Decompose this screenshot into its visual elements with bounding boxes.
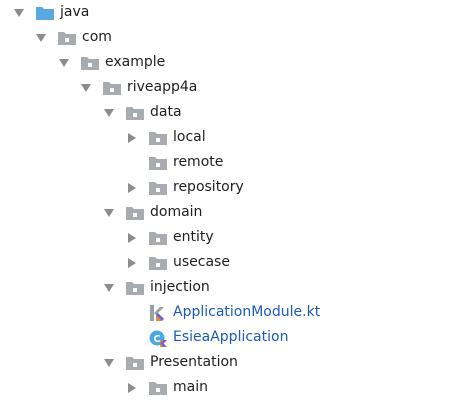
package-folder-icon bbox=[58, 31, 76, 45]
tree-item-example[interactable]: example bbox=[59, 50, 165, 75]
tree-item-label: com bbox=[82, 29, 112, 45]
tree-item-label: domain bbox=[150, 204, 203, 220]
tree-item-label: ApplicationModule.kt bbox=[173, 304, 321, 320]
tree-item-usecase[interactable]: usecase bbox=[127, 250, 230, 275]
tree-item-riveapp4a[interactable]: riveapp4a bbox=[81, 75, 197, 100]
expand-arrow-icon[interactable] bbox=[104, 107, 114, 119]
expand-arrow-icon[interactable] bbox=[59, 57, 69, 69]
expand-arrow-icon[interactable] bbox=[14, 7, 24, 19]
collapse-arrow-icon[interactable] bbox=[127, 132, 137, 144]
package-folder-icon bbox=[126, 206, 144, 220]
package-folder-icon bbox=[81, 56, 99, 70]
tree-item-label: example bbox=[105, 54, 166, 70]
tree-item-label: java bbox=[60, 4, 90, 20]
tree-item-label: repository bbox=[173, 179, 244, 195]
package-folder-icon bbox=[149, 381, 167, 395]
tree-item-entity[interactable]: entity bbox=[127, 225, 214, 250]
tree-item-label: Presentation bbox=[150, 354, 238, 370]
tree-item-repository[interactable]: repository bbox=[127, 175, 244, 200]
package-folder-icon bbox=[149, 156, 167, 170]
tree-item-esiea-application[interactable]: C EsieaApplication bbox=[148, 325, 288, 350]
collapse-arrow-icon[interactable] bbox=[127, 232, 137, 244]
svg-text:C: C bbox=[153, 334, 160, 345]
tree-item-label: remote bbox=[173, 154, 224, 170]
package-folder-icon bbox=[149, 231, 167, 245]
package-folder-icon bbox=[149, 181, 167, 195]
tree-item-data[interactable]: data bbox=[104, 100, 182, 125]
expand-arrow-icon[interactable] bbox=[36, 32, 46, 44]
tree-item-label: main bbox=[173, 379, 208, 395]
tree-item-local[interactable]: local bbox=[127, 125, 206, 150]
tree-item-domain[interactable]: domain bbox=[104, 200, 202, 225]
tree-item-label: usecase bbox=[173, 254, 230, 270]
tree-item-injection[interactable]: injection bbox=[104, 275, 210, 300]
kotlin-class-icon: C bbox=[148, 329, 168, 347]
package-folder-icon bbox=[103, 81, 121, 95]
tree-item-presentation[interactable]: Presentation bbox=[104, 350, 238, 375]
expand-arrow-icon[interactable] bbox=[81, 82, 91, 94]
tree-item-label: data bbox=[150, 104, 182, 120]
kotlin-file-icon bbox=[148, 304, 168, 322]
tree-item-label: EsieaApplication bbox=[173, 329, 289, 345]
tree-item-label: riveapp4a bbox=[127, 79, 198, 95]
tree-item-application-module[interactable]: ApplicationModule.kt bbox=[148, 300, 320, 325]
tree-item-main[interactable]: main bbox=[127, 375, 208, 400]
expand-arrow-icon[interactable] bbox=[104, 282, 114, 294]
expand-arrow-icon[interactable] bbox=[104, 357, 114, 369]
tree-item-java[interactable]: java bbox=[14, 0, 89, 25]
package-folder-icon bbox=[126, 356, 144, 370]
tree-item-label: local bbox=[173, 129, 206, 145]
tree-item-label: entity bbox=[173, 229, 214, 245]
tree-item-remote[interactable]: remote bbox=[127, 150, 223, 175]
collapse-arrow-icon[interactable] bbox=[127, 382, 137, 394]
package-folder-icon bbox=[149, 256, 167, 270]
tree-item-label: injection bbox=[150, 279, 210, 295]
tree-item-com[interactable]: com bbox=[36, 25, 112, 50]
project-tree: java com example riveapp4a data local re… bbox=[0, 0, 462, 401]
package-folder-icon bbox=[126, 106, 144, 120]
collapse-arrow-icon[interactable] bbox=[127, 257, 137, 269]
package-folder-icon bbox=[149, 131, 167, 145]
package-folder-icon bbox=[126, 281, 144, 295]
expand-arrow-icon[interactable] bbox=[104, 207, 114, 219]
collapse-arrow-icon[interactable] bbox=[127, 182, 137, 194]
source-root-folder-icon bbox=[36, 6, 54, 20]
